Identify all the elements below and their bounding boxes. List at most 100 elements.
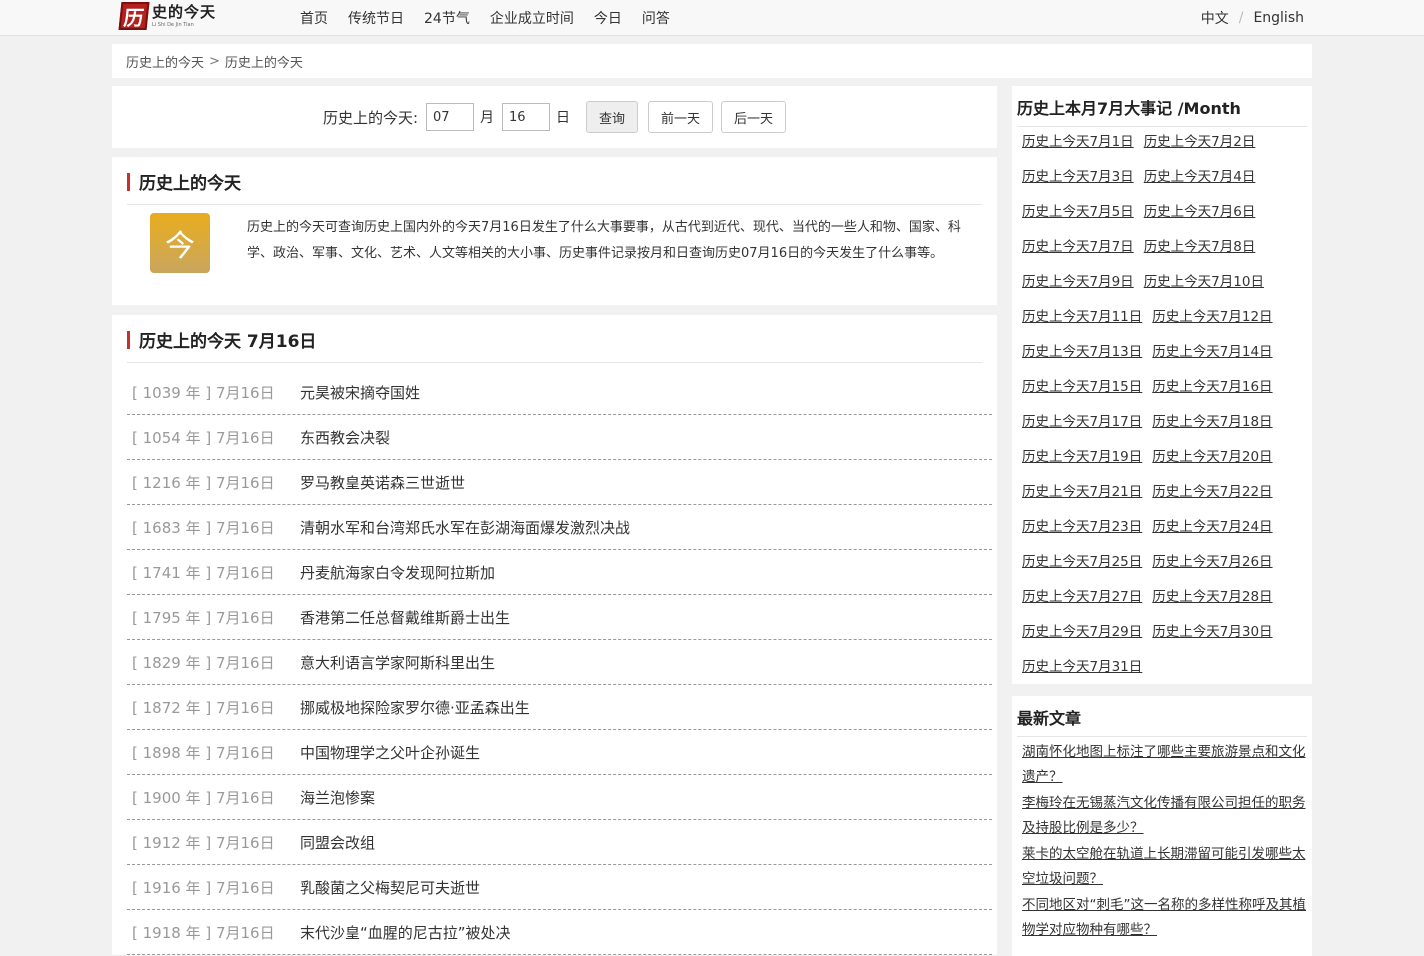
month-link[interactable]: 历史上今天7月21日 — [1022, 482, 1142, 517]
event-row[interactable]: [ 1216 年 ] 7月16日 罗马教皇英诺森三世逝世 — [127, 460, 992, 505]
month-link[interactable]: 历史上今天7月19日 — [1022, 447, 1142, 482]
event-row[interactable]: [ 1795 年 ] 7月16日 香港第二任总督戴维斯爵士出生 — [127, 595, 992, 640]
nav-solar-terms[interactable]: 24节气 — [424, 8, 470, 28]
event-row[interactable]: [ 1872 年 ] 7月16日 挪威极地探险家罗尔德·亚孟森出生 — [127, 685, 992, 730]
month-link[interactable]: 历史上今天7月1日 — [1022, 132, 1134, 167]
nav-today[interactable]: 今日 — [594, 8, 622, 28]
month-link[interactable]: 历史上今天7月26日 — [1152, 552, 1272, 587]
month-link[interactable]: 历史上今天7月29日 — [1022, 622, 1142, 657]
event-row[interactable]: [ 1912 年 ] 7月16日 同盟会改组 — [127, 820, 992, 865]
month-link[interactable]: 历史上今天7月8日 — [1144, 237, 1256, 272]
event-row[interactable]: [ 1900 年 ] 7月16日 海兰泡惨案 — [127, 775, 992, 820]
top-bar: 历 史的今天 Li Shi De Jin Tian 首页 传统节日 24节气 企… — [0, 0, 1424, 36]
logo-text: 史的今天 — [152, 2, 217, 21]
intro-text: 历史上的今天可查询历史上国内外的今天7月16日发生了什么大事要事，从古代到近代、… — [247, 220, 961, 261]
month-link[interactable]: 历史上今天7月6日 — [1144, 202, 1256, 237]
article-link[interactable]: 湖南怀化地图上标注了哪些主要旅游景点和文化遗产？ — [1022, 740, 1307, 790]
event-row[interactable]: [ 1054 年 ] 7月16日 东西教会决裂 — [127, 415, 992, 460]
today-icon: 今 — [150, 213, 210, 273]
event-title[interactable]: 意大利语言学家阿斯科里出生 — [300, 652, 495, 673]
month-link[interactable]: 历史上今天7月9日 — [1022, 272, 1134, 307]
month-link[interactable]: 历史上今天7月4日 — [1144, 167, 1256, 202]
month-link[interactable]: 历史上今天7月18日 — [1152, 412, 1272, 447]
breadcrumb-item[interactable]: 历史上的今天 — [126, 52, 204, 71]
event-row[interactable]: [ 1741 年 ] 7月16日 丹麦航海家白令发现阿拉斯加 — [127, 550, 992, 595]
month-link[interactable]: 历史上今天7月2日 — [1144, 132, 1256, 167]
breadcrumb-separator: > — [209, 53, 220, 69]
month-link[interactable]: 历史上今天7月16日 — [1152, 377, 1272, 412]
event-date: [ 1054 年 ] 7月16日 — [132, 428, 275, 447]
event-title[interactable]: 香港第二任总督戴维斯爵士出生 — [300, 607, 510, 628]
event-row[interactable]: [ 1039 年 ] 7月16日 元昊被宋摘夺国姓 — [127, 370, 992, 415]
month-link[interactable]: 历史上今天7月31日 — [1022, 657, 1142, 692]
event-date: [ 1898 年 ] 7月16日 — [132, 743, 275, 762]
event-title[interactable]: 罗马教皇英诺森三世逝世 — [300, 472, 465, 493]
nav-home[interactable]: 首页 — [300, 8, 328, 28]
event-row[interactable]: [ 1683 年 ] 7月16日 清朝水军和台湾郑氏水军在彭湖海面爆发激烈决战 — [127, 505, 992, 550]
latest-articles-panel: 最新文章 湖南怀化地图上标注了哪些主要旅游景点和文化遗产？ 李梅玲在无锡蒸汽文化… — [1012, 696, 1312, 956]
month-link[interactable]: 历史上今天7月23日 — [1022, 517, 1142, 552]
breadcrumb: 历史上的今天 > 历史上的今天 — [112, 44, 1312, 78]
month-link[interactable]: 历史上今天7月24日 — [1152, 517, 1272, 552]
article-link[interactable]: 莱卡的太空舱在轨道上长期滞留可能引发哪些太空垃圾问题？ — [1022, 842, 1307, 892]
month-input[interactable] — [426, 103, 474, 131]
event-title[interactable]: 挪威极地探险家罗尔德·亚孟森出生 — [300, 697, 530, 718]
lang-en[interactable]: English — [1253, 10, 1304, 26]
query-label: 历史上的今天: — [322, 108, 418, 127]
prev-day-button[interactable]: 前一天 — [648, 101, 714, 133]
event-title[interactable]: 末代沙皇“血腥的尼古拉”被处决 — [300, 922, 511, 943]
article-link[interactable]: 李梅玲在无锡蒸汽文化传播有限公司担任的职务及持股比例是多少？ — [1022, 791, 1307, 841]
month-link[interactable]: 历史上今天7月22日 — [1152, 482, 1272, 517]
article-list: 湖南怀化地图上标注了哪些主要旅游景点和文化遗产？ 李梅玲在无锡蒸汽文化传播有限公… — [1022, 740, 1307, 944]
month-link[interactable]: 历史上今天7月5日 — [1022, 202, 1134, 237]
event-row[interactable]: [ 1829 年 ] 7月16日 意大利语言学家阿斯科里出生 — [127, 640, 992, 685]
date-query-form: 历史上的今天: 月 日 查询 前一天 后一天 — [112, 86, 997, 148]
month-link[interactable]: 历史上今天7月15日 — [1022, 377, 1142, 412]
month-link[interactable]: 历史上今天7月3日 — [1022, 167, 1134, 202]
article-link[interactable]: 不同地区对“刺毛”这一名称的多样性称呼及其植物学对应物种有哪些？ — [1022, 893, 1307, 943]
nav-company-founding[interactable]: 企业成立时间 — [490, 8, 574, 28]
intro-panel: 历史上的今天 今 历史上的今天可查询历史上国内外的今天7月16日发生了什么大事要… — [112, 157, 997, 305]
month-link[interactable]: 历史上今天7月28日 — [1152, 587, 1272, 622]
month-link[interactable]: 历史上今天7月17日 — [1022, 412, 1142, 447]
event-row[interactable]: [ 1898 年 ] 7月16日 中国物理学之父叶企孙诞生 — [127, 730, 992, 775]
breadcrumb-item[interactable]: 历史上的今天 — [225, 52, 303, 71]
events-title: 历史上的今天 7月16日 — [127, 315, 982, 363]
month-link[interactable]: 历史上今天7月20日 — [1152, 447, 1272, 482]
event-date: [ 1683 年 ] 7月16日 — [132, 518, 275, 537]
nav-qa[interactable]: 问答 — [642, 8, 670, 28]
month-link[interactable]: 历史上今天7月30日 — [1152, 622, 1272, 657]
nav-festivals[interactable]: 传统节日 — [348, 8, 404, 28]
month-link[interactable]: 历史上今天7月25日 — [1022, 552, 1142, 587]
month-link[interactable]: 历史上今天7月14日 — [1152, 342, 1272, 377]
next-day-button[interactable]: 后一天 — [721, 101, 787, 133]
event-title[interactable]: 同盟会改组 — [300, 832, 375, 853]
query-button[interactable]: 查询 — [586, 101, 639, 133]
month-unit: 月 — [480, 110, 494, 126]
day-unit: 日 — [556, 110, 570, 126]
event-date: [ 1900 年 ] 7月16日 — [132, 788, 275, 807]
language-switcher: 中文 / English — [1201, 0, 1304, 36]
month-link[interactable]: 历史上今天7月11日 — [1022, 307, 1142, 342]
event-title[interactable]: 海兰泡惨案 — [300, 787, 375, 808]
event-title[interactable]: 乳酸菌之父梅契尼可夫逝世 — [300, 877, 480, 898]
event-title[interactable]: 中国物理学之父叶企孙诞生 — [300, 742, 480, 763]
event-title[interactable]: 丹麦航海家白令发现阿拉斯加 — [300, 562, 495, 583]
month-link[interactable]: 历史上今天7月10日 — [1144, 272, 1264, 307]
event-date: [ 1916 年 ] 7月16日 — [132, 878, 275, 897]
event-list: [ 1039 年 ] 7月16日 元昊被宋摘夺国姓 [ 1054 年 ] 7月16… — [127, 370, 992, 955]
month-link[interactable]: 历史上今天7月13日 — [1022, 342, 1142, 377]
event-title[interactable]: 元昊被宋摘夺国姓 — [300, 382, 420, 403]
month-link[interactable]: 历史上今天7月7日 — [1022, 237, 1134, 272]
event-date: [ 1912 年 ] 7月16日 — [132, 833, 275, 852]
day-input[interactable] — [502, 103, 550, 131]
event-date: [ 1829 年 ] 7月16日 — [132, 653, 275, 672]
site-logo[interactable]: 历 史的今天 Li Shi De Jin Tian — [118, 0, 220, 32]
event-row[interactable]: [ 1916 年 ] 7月16日 乳酸菌之父梅契尼可夫逝世 — [127, 865, 992, 910]
main-nav: 首页 传统节日 24节气 企业成立时间 今日 问答 — [300, 0, 690, 36]
lang-zh[interactable]: 中文 — [1201, 8, 1229, 28]
month-link[interactable]: 历史上今天7月27日 — [1022, 587, 1142, 622]
event-title[interactable]: 清朝水军和台湾郑氏水军在彭湖海面爆发激烈决战 — [300, 517, 630, 538]
month-link[interactable]: 历史上今天7月12日 — [1152, 307, 1272, 342]
event-title[interactable]: 东西教会决裂 — [300, 427, 390, 448]
